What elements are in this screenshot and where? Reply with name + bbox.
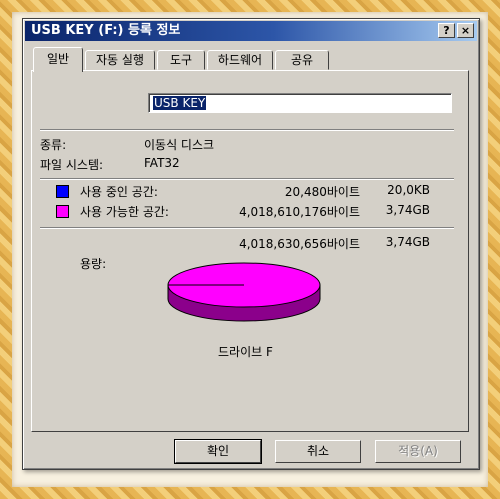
type-label: 종류: [40,138,67,152]
tab-tools[interactable]: 도구 [157,50,205,70]
disk-pie-chart [167,262,321,322]
cancel-button[interactable]: 취소 [275,440,361,463]
capacity-label: 용량: [80,257,107,271]
used-space-bytes: 20,480바이트 [284,185,360,199]
close-button[interactable]: × [457,23,474,38]
used-space-size: 20,0KB [387,183,430,197]
free-space-size: 3,74GB [385,203,430,217]
drive-label: 드라이브 F [218,345,273,359]
properties-dialog: USB KEY (F:) 등록 정보 ? × 일반 자동 실행 도구 하드웨어 … [22,18,480,470]
divider [40,227,454,229]
divider [40,129,454,131]
general-tab-panel: USB KEY 종류: 이동식 디스크 파일 시스템: FAT32 사용 중인 … [31,70,469,432]
title-bar: USB KEY (F:) 등록 정보 [25,21,477,41]
help-button[interactable]: ? [438,23,455,38]
tab-autoplay[interactable]: 자동 실행 [85,50,155,70]
type-value: 이동식 디스크 [144,138,215,152]
used-space-swatch [56,185,69,198]
capacity-size: 3,74GB [385,235,430,249]
tab-sharing[interactable]: 공유 [275,50,329,70]
capacity-bytes: 4,018,630,656바이트 [239,237,360,251]
volume-name-text: USB KEY [153,96,207,110]
tab-hardware[interactable]: 하드웨어 [207,50,273,70]
window-title: USB KEY (F:) 등록 정보 [31,23,181,38]
apply-button[interactable]: 적용(A) [375,440,461,463]
ok-button[interactable]: 확인 [174,439,262,464]
filesystem-label: 파일 시스템: [40,158,104,172]
divider [40,178,454,180]
volume-name-input[interactable]: USB KEY [148,93,452,113]
free-space-bytes: 4,018,610,176바이트 [239,205,360,219]
free-space-swatch [56,205,69,218]
tab-general[interactable]: 일반 [33,47,83,72]
used-space-label: 사용 중인 공간: [80,185,158,199]
free-space-label: 사용 가능한 공간: [80,205,169,219]
filesystem-value: FAT32 [144,156,180,170]
